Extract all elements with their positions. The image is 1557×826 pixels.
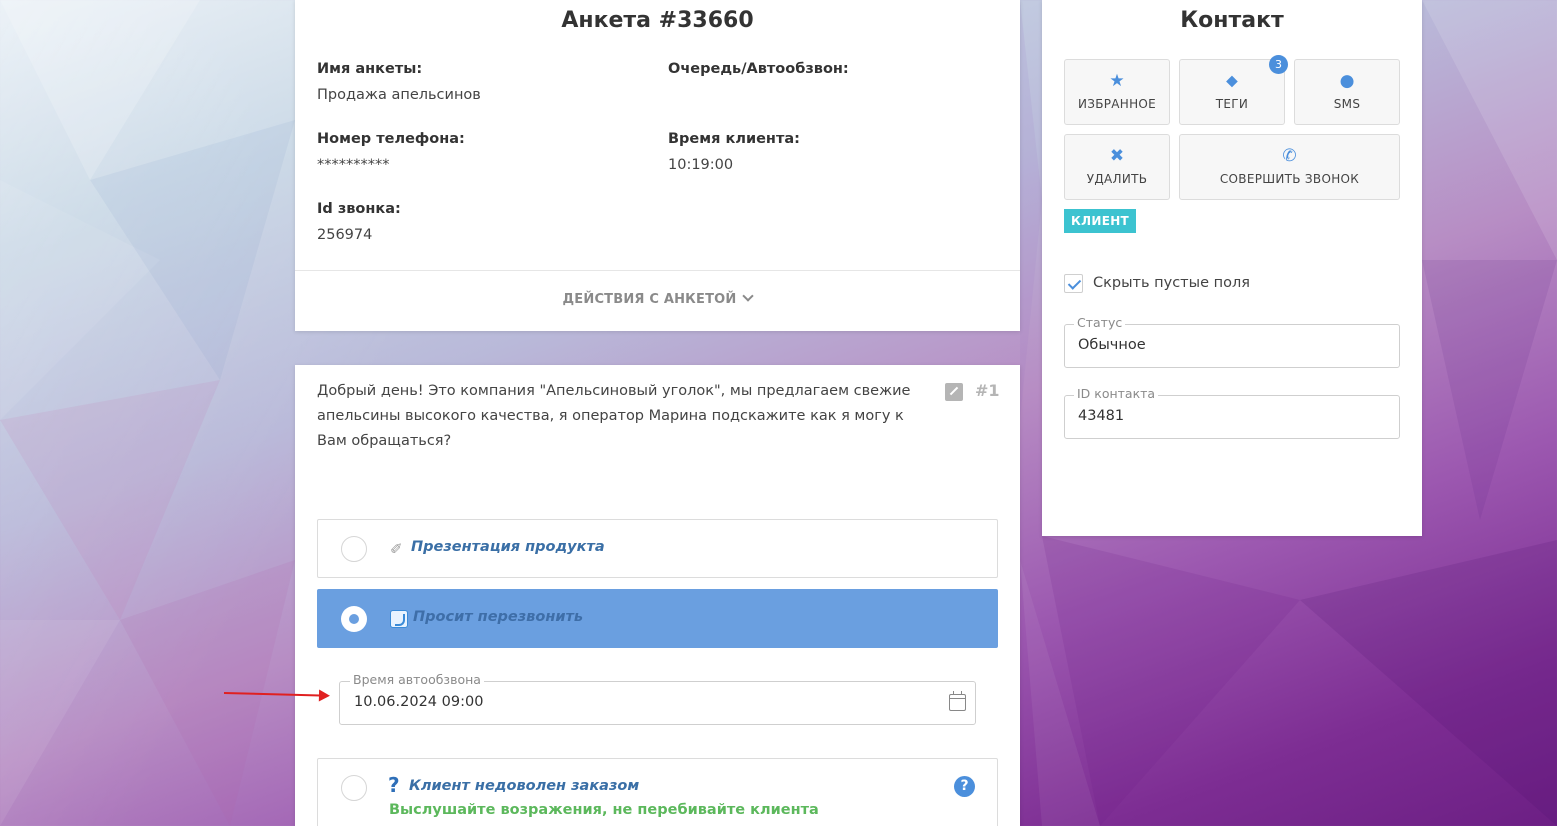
client-tag[interactable]: КЛИЕНТ xyxy=(1064,209,1137,233)
actions-label: ДЕЙСТВИЯ С АНКЕТОЙ xyxy=(562,292,737,307)
script-card: Добрый день! Это компания "Апельсиновый … xyxy=(295,365,1020,826)
status-field[interactable]: Статус Обычное xyxy=(1064,315,1400,368)
status-value[interactable]: Обычное xyxy=(1078,337,1146,353)
phone-value: ********** xyxy=(317,157,390,173)
divider xyxy=(295,270,1020,271)
pencil-check-icon: ✐ xyxy=(390,540,403,558)
answer-option-label: Презентация продукта xyxy=(411,539,605,555)
favorite-button[interactable]: ★ ИЗБРАННОЕ xyxy=(1064,59,1170,125)
client-time-value: 10:19:00 xyxy=(668,157,734,173)
queue-label: Очередь/Автообзвон: xyxy=(668,61,849,77)
star-icon: ★ xyxy=(1109,71,1125,91)
questionnaire-name-value: Продажа апельсинов xyxy=(317,87,481,103)
questionnaire-title: Анкета #33660 xyxy=(561,8,754,33)
radio-button[interactable] xyxy=(341,536,367,562)
answer-option-label: Просит перезвонить xyxy=(413,609,584,625)
contact-title: Контакт xyxy=(1180,8,1284,33)
tags-button-label: ТЕГИ xyxy=(1215,97,1249,111)
questionnaire-card: Анкета #33660 Имя анкеты: Продажа апельс… xyxy=(295,0,1020,331)
expand-icon[interactable] xyxy=(945,383,963,401)
call-button-label: СОВЕРШИТЬ ЗВОНОК xyxy=(1219,172,1360,186)
contact-id-label: ID контакта xyxy=(1074,386,1159,401)
chevron-down-icon xyxy=(742,290,755,302)
delete-button-label: УДАЛИТЬ xyxy=(1086,172,1148,186)
answer-option-unhappy[interactable]: ? Клиент недоволен заказом Выслушайте во… xyxy=(317,758,998,826)
answer-option-hint: Выслушайте возражения, не перебивайте кл… xyxy=(389,802,819,818)
phone-label: Номер телефона: xyxy=(317,131,465,147)
autodial-time-input[interactable]: 10.06.2024 09:00 xyxy=(354,694,483,710)
tag-icon: ⬥ xyxy=(1226,71,1238,91)
call-id-label: Id звонка: xyxy=(317,201,401,217)
question-mark-icon: ? xyxy=(388,773,400,797)
close-icon: ✖ xyxy=(1109,146,1125,166)
script-text: Добрый день! Это компания "Апельсиновый … xyxy=(317,383,911,449)
call-id-value: 256974 xyxy=(317,227,373,243)
answer-option-presentation[interactable]: ✐ Презентация продукта xyxy=(317,519,998,578)
help-icon[interactable]: ? xyxy=(954,776,975,797)
answer-option-callback[interactable]: Просит перезвонить xyxy=(317,589,998,648)
radio-button[interactable] xyxy=(341,775,367,801)
hide-empty-label[interactable]: Скрыть пустые поля xyxy=(1093,275,1250,291)
phone-icon xyxy=(390,610,408,628)
contact-id-field[interactable]: ID контакта 43481 xyxy=(1064,386,1400,439)
phone-icon: ✆ xyxy=(1282,146,1297,166)
answer-option-label: Клиент недоволен заказом xyxy=(409,778,640,794)
client-time-label: Время клиента: xyxy=(668,131,800,147)
delete-button[interactable]: ✖ УДАЛИТЬ xyxy=(1064,134,1170,200)
contact-card: Контакт ★ ИЗБРАННОЕ ⬥ ТЕГИ 3 ● SMS ✖ УДА… xyxy=(1042,0,1422,536)
chat-bubble-icon: ● xyxy=(1339,71,1355,91)
questionnaire-actions-toggle[interactable]: ДЕЙСТВИЯ С АНКЕТОЙ xyxy=(295,290,1020,307)
radio-button-selected[interactable] xyxy=(341,606,367,632)
hide-empty-checkbox[interactable] xyxy=(1064,274,1083,293)
sms-button-label: SMS xyxy=(1333,97,1361,111)
contact-id-value[interactable]: 43481 xyxy=(1078,408,1124,424)
autodial-time-field[interactable]: Время автообзвона 10.06.2024 09:00 xyxy=(339,672,976,725)
calendar-icon[interactable] xyxy=(949,691,966,711)
tags-count-badge: 3 xyxy=(1269,55,1288,74)
step-number: #1 xyxy=(975,381,1000,400)
call-button[interactable]: ✆ СОВЕРШИТЬ ЗВОНОК xyxy=(1179,134,1400,200)
questionnaire-name-label: Имя анкеты: xyxy=(317,61,423,77)
favorite-button-label: ИЗБРАННОЕ xyxy=(1077,97,1157,111)
autodial-time-label: Время автообзвона xyxy=(350,672,484,687)
status-label: Статус xyxy=(1074,315,1126,330)
sms-button[interactable]: ● SMS xyxy=(1294,59,1400,125)
